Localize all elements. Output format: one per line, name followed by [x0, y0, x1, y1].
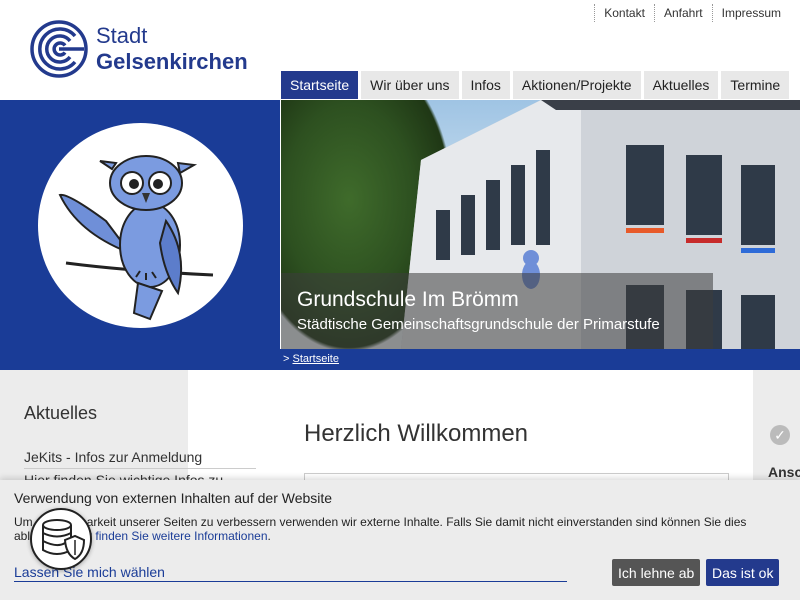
cookie-banner: Verwendung von externen Inhalten auf der… [0, 480, 800, 600]
site-logo[interactable]: Stadt Gelsenkirchen [30, 20, 248, 78]
top-links: Kontakt Anfahrt Impressum [594, 4, 790, 22]
tab-aktionen-projekte[interactable]: Aktionen/Projekte [512, 71, 641, 99]
mascot-circle [38, 123, 243, 328]
cookie-info-link[interactable]: Hier finden Sie weitere Informationen [70, 529, 267, 543]
tab-wir-ueber-uns[interactable]: Wir über uns [361, 71, 459, 99]
logo-line2: Gelsenkirchen [96, 49, 248, 74]
anfahrt-link[interactable]: Anfahrt [653, 4, 712, 22]
aktuelles-heading: Aktuelles [24, 403, 98, 423]
city-logo-icon [30, 20, 88, 78]
logo-text: Stadt Gelsenkirchen [96, 23, 248, 75]
hero-title: Grundschule Im Brömm [297, 288, 519, 311]
tab-aktuelles[interactable]: Aktuelles [643, 71, 719, 99]
decline-button[interactable]: Ich lehne ab [612, 559, 701, 586]
cookie-title: Verwendung von externen Inhalten auf der… [14, 490, 333, 506]
database-shield-icon [42, 519, 86, 561]
breadcrumb-prefix: > [283, 353, 290, 365]
breadcrumb: > Startseite [283, 353, 339, 365]
hero-subtitle: Städtische Gemeinschaftsgrundschule der … [297, 316, 660, 333]
tab-termine[interactable]: Termine [721, 71, 790, 99]
hero-school-photo: Grundschule Im Brömm Städtische Gemeinsc… [281, 100, 800, 349]
breadcrumb-bar: > Startseite [0, 349, 800, 370]
owl-icon [58, 155, 214, 321]
privacy-settings-button[interactable] [30, 508, 92, 570]
aktuelles-item[interactable]: JeKits - Infos zur Anmeldung [24, 446, 256, 469]
accept-button[interactable]: Das ist ok [706, 559, 780, 586]
aktuelles-panel: Aktuelles JeKits - Infos zur Anmeldung H… [24, 403, 256, 492]
logo-line1: Stadt [96, 23, 148, 48]
cookie-text: Um die Nutzbarkeit unserer Seiten zu ver… [14, 515, 784, 543]
tab-startseite[interactable]: Startseite [281, 71, 359, 99]
main-nav: Startseite Wir über uns Infos Aktionen/P… [281, 71, 792, 99]
right-label: Ansc [768, 464, 800, 480]
cookie-choose-link[interactable]: Lassen Sie mich wählen [14, 564, 567, 582]
tab-infos[interactable]: Infos [461, 71, 510, 99]
hero-caption: Grundschule Im Brömm Städtische Gemeinsc… [281, 273, 713, 349]
page-title: Herzlich Willkommen [304, 420, 529, 447]
cookie-text-end: . [267, 529, 271, 543]
breadcrumb-startseite[interactable]: Startseite [293, 353, 339, 365]
checkmark-icon: ✓ [770, 425, 790, 445]
hero-mascot-panel [0, 100, 280, 349]
kontakt-link[interactable]: Kontakt [594, 4, 654, 22]
impressum-link[interactable]: Impressum [711, 4, 790, 22]
